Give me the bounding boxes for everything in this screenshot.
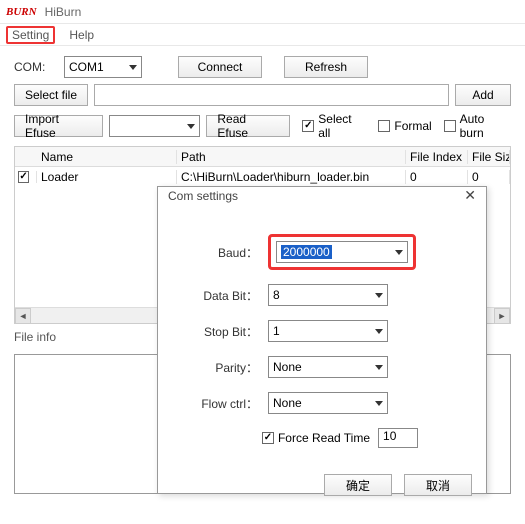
col-file-index[interactable]: File Index xyxy=(406,150,468,164)
efuse-select[interactable] xyxy=(109,115,200,137)
formal-label: Formal xyxy=(394,119,431,133)
dialog-title: Com settings xyxy=(168,189,238,203)
com-select[interactable]: COM1 xyxy=(64,56,142,78)
scroll-right-icon[interactable]: ► xyxy=(494,308,510,324)
auto-burn-label: Auto burn xyxy=(460,112,511,140)
file-path-input[interactable] xyxy=(94,84,449,106)
chevron-down-icon xyxy=(187,124,195,129)
app-logo: BURN xyxy=(6,6,37,18)
cell-file-index: 0 xyxy=(406,170,468,184)
force-read-time-input[interactable]: 10 xyxy=(378,428,418,448)
select-all-checkbox[interactable]: Select all xyxy=(302,112,366,140)
cell-file-size: 0 xyxy=(468,170,510,184)
app-title: HiBurn xyxy=(45,5,82,19)
menu-bar: Setting Help xyxy=(0,24,525,46)
com-select-value: COM1 xyxy=(69,60,104,74)
checkbox-icon xyxy=(378,120,390,132)
refresh-button[interactable]: Refresh xyxy=(284,56,368,78)
cell-path: C:\HiBurn\Loader\hiburn_loader.bin xyxy=(177,170,406,184)
chevron-down-icon xyxy=(375,401,383,406)
ok-button[interactable]: 确定 xyxy=(324,474,392,496)
baud-highlight: 2000000 xyxy=(268,234,416,270)
chevron-down-icon xyxy=(375,329,383,334)
baud-select[interactable]: 2000000 xyxy=(276,241,408,263)
databit-select[interactable]: 8 xyxy=(268,284,388,306)
col-path[interactable]: Path xyxy=(177,150,406,164)
scroll-left-icon[interactable]: ◄ xyxy=(15,308,31,324)
menu-setting[interactable]: Setting xyxy=(6,26,55,44)
chevron-down-icon xyxy=(375,365,383,370)
flowctrl-label: Flow ctrl： xyxy=(178,395,268,412)
stopbit-select[interactable]: 1 xyxy=(268,320,388,342)
checkbox-icon xyxy=(302,120,314,132)
connect-button[interactable]: Connect xyxy=(178,56,262,78)
checkbox-icon xyxy=(262,432,274,444)
databit-label: Data Bit： xyxy=(178,287,268,304)
dialog-title-bar: Com settings ✕ xyxy=(158,187,486,204)
add-button[interactable]: Add xyxy=(455,84,511,106)
databit-value: 8 xyxy=(273,288,371,302)
col-name[interactable]: Name xyxy=(37,150,177,164)
cancel-button[interactable]: 取消 xyxy=(404,474,472,496)
parity-label: Parity： xyxy=(178,359,268,376)
read-efuse-button[interactable]: Read Efuse xyxy=(206,115,290,137)
parity-select[interactable]: None xyxy=(268,356,388,378)
force-read-time-label: Force Read Time xyxy=(278,431,370,445)
com-settings-dialog: Com settings ✕ Baud： 2000000 Data Bit： 8… xyxy=(157,186,487,494)
select-all-label: Select all xyxy=(318,112,366,140)
chevron-down-icon xyxy=(129,65,137,70)
baud-label: Baud： xyxy=(178,244,268,261)
col-file-size[interactable]: File Siz xyxy=(468,150,510,164)
flowctrl-value: None xyxy=(273,396,371,410)
formal-checkbox[interactable]: Formal xyxy=(378,119,431,133)
table-row[interactable]: Loader C:\HiBurn\Loader\hiburn_loader.bi… xyxy=(15,167,510,187)
baud-value: 2000000 xyxy=(281,245,332,259)
close-icon[interactable]: ✕ xyxy=(464,187,476,204)
chevron-down-icon xyxy=(395,250,403,255)
stopbit-label: Stop Bit： xyxy=(178,323,268,340)
title-bar: BURN HiBurn xyxy=(0,0,525,24)
select-file-button[interactable]: Select file xyxy=(14,84,88,106)
import-efuse-button[interactable]: Import Efuse xyxy=(14,115,103,137)
stopbit-value: 1 xyxy=(273,324,371,338)
force-read-time-checkbox[interactable]: Force Read Time xyxy=(262,431,370,445)
chevron-down-icon xyxy=(375,293,383,298)
checkbox-icon xyxy=(444,120,456,132)
flowctrl-select[interactable]: None xyxy=(268,392,388,414)
auto-burn-checkbox[interactable]: Auto burn xyxy=(444,112,511,140)
menu-help[interactable]: Help xyxy=(69,28,94,42)
row-checkbox[interactable] xyxy=(15,171,37,183)
parity-value: None xyxy=(273,360,371,374)
cell-name: Loader xyxy=(37,170,177,184)
table-header: Name Path File Index File Siz xyxy=(15,147,510,167)
com-label: COM: xyxy=(14,60,58,74)
checkbox-icon xyxy=(18,171,28,183)
